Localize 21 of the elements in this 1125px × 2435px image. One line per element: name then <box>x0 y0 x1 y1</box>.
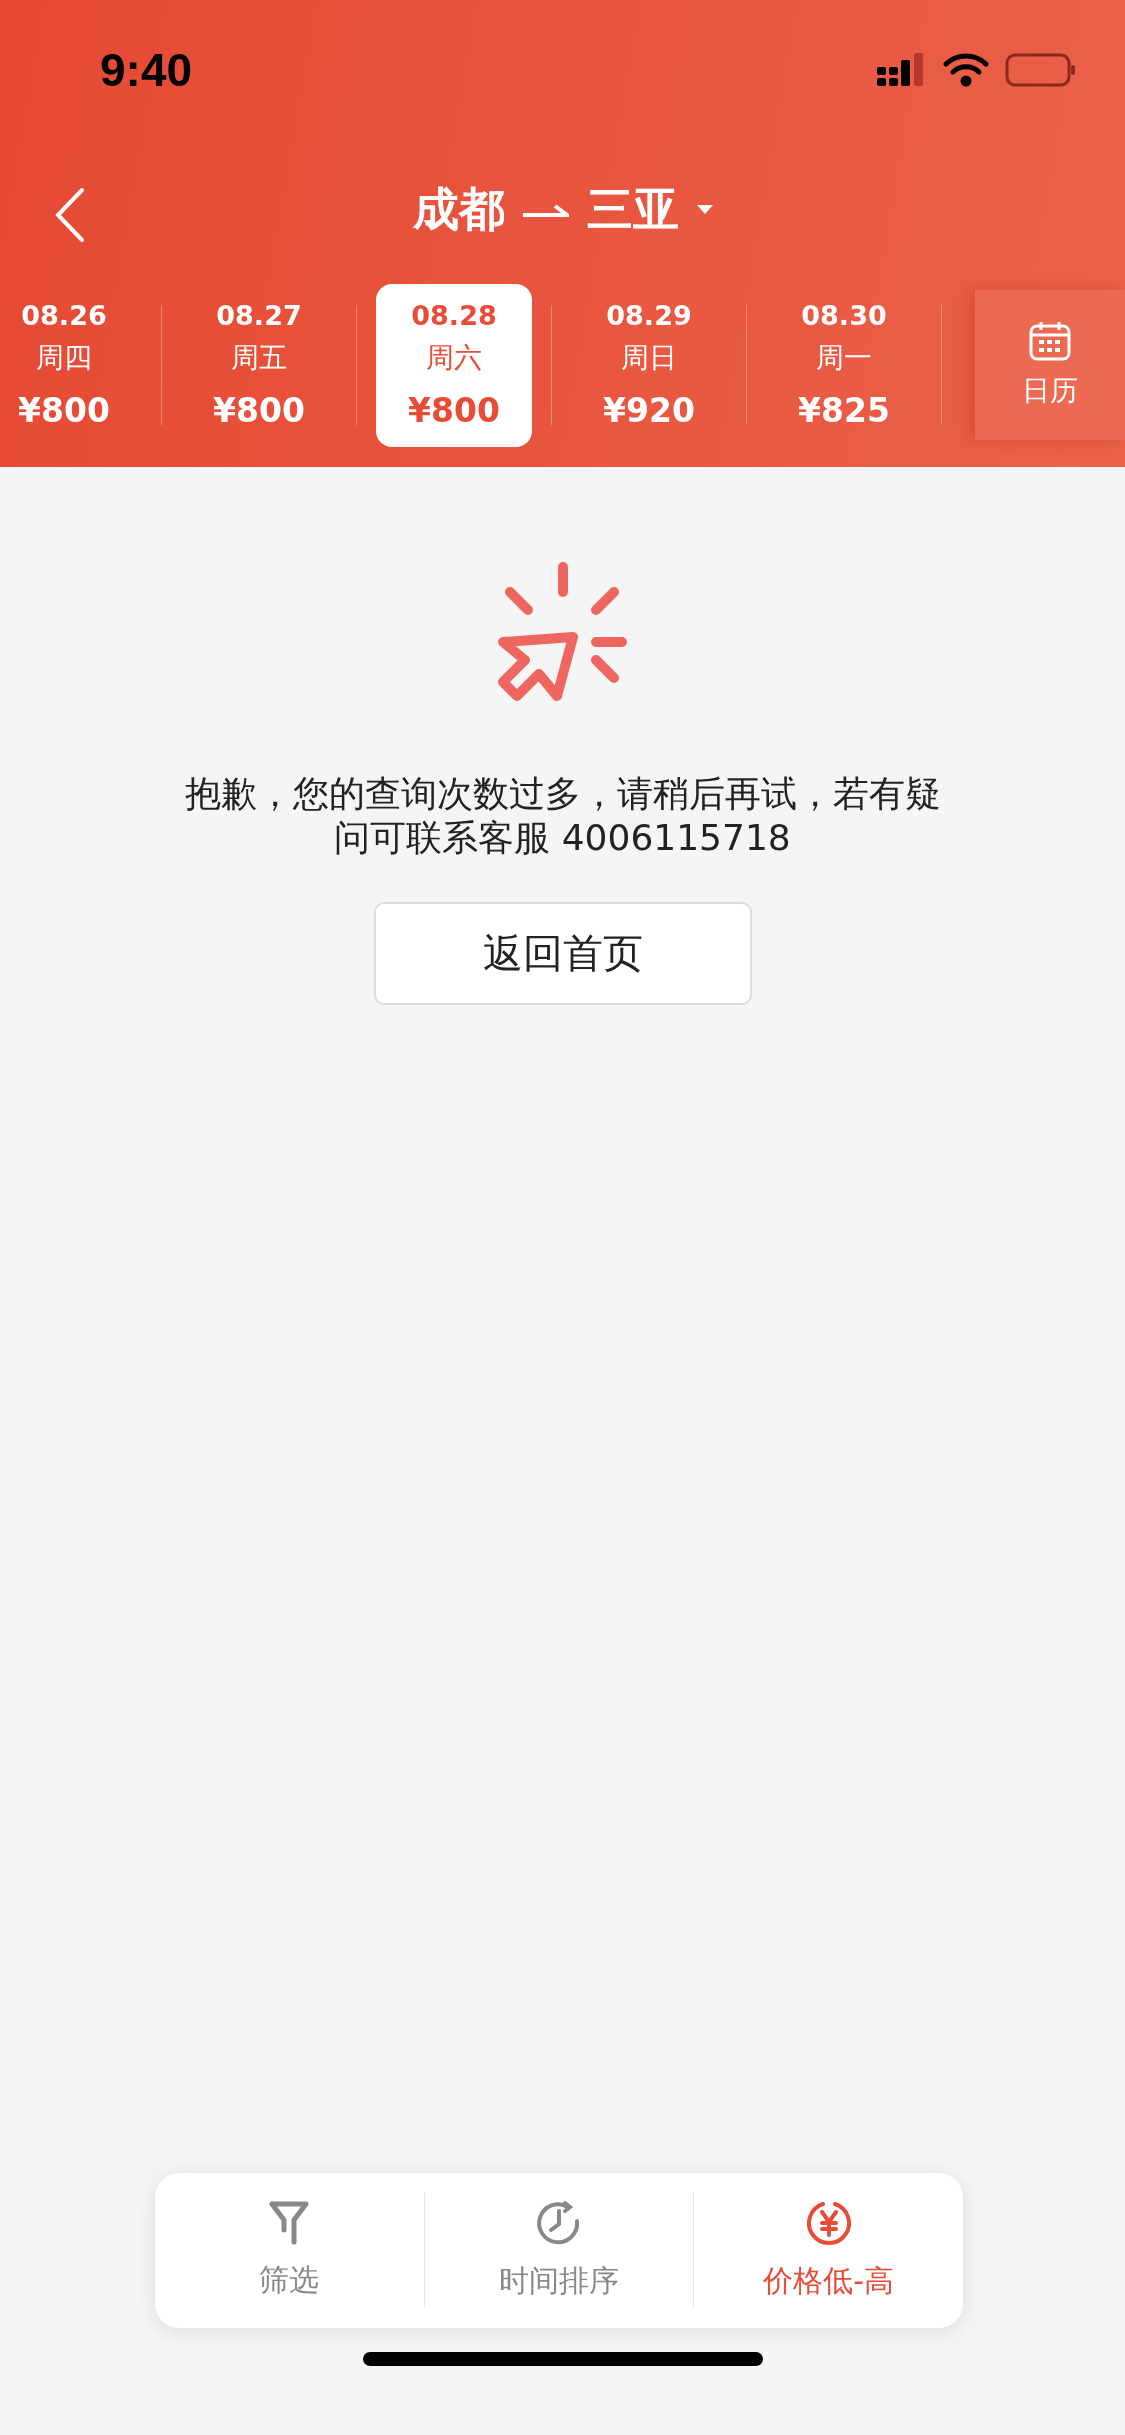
destination-city[interactable]: 三亚 <box>586 179 679 241</box>
battery-icon <box>1005 53 1077 87</box>
toolbar-button[interactable]: 时间排序 <box>424 2173 694 2328</box>
date-tab[interactable]: 08.26 周四 ¥800 <box>0 283 142 447</box>
dropdown-caret-icon[interactable] <box>696 205 713 215</box>
yen-circle-icon <box>804 2199 853 2247</box>
date-tab[interactable]: 08.27 周五 ¥800 <box>181 283 337 447</box>
back-chevron-icon <box>55 187 85 243</box>
home-button[interactable]: 返回首页 <box>373 902 752 1005</box>
date-tab[interactable]: 08.30 周一 ¥825 <box>766 283 922 447</box>
date-tab[interactable]: 08.29 周日 ¥920 <box>571 283 727 447</box>
toolbar-button[interactable]: 价格低-高 <box>694 2173 963 2328</box>
date-tab[interactable]: 08.28 周六 ¥800 <box>376 283 532 447</box>
calendar-icon <box>1028 320 1072 362</box>
toolbar-button[interactable]: 筛选 <box>155 2173 424 2328</box>
filter-icon <box>268 2200 311 2246</box>
calendar-button[interactable]: 日历 <box>975 290 1125 440</box>
status-time: 9:40 <box>100 43 193 97</box>
origin-city[interactable]: 成都 <box>412 179 505 241</box>
error-message: 抱歉，您的查询次数过多，请稍后再试，若有疑问可联系客服 4006115718 <box>183 772 942 860</box>
wifi-icon <box>943 53 989 87</box>
